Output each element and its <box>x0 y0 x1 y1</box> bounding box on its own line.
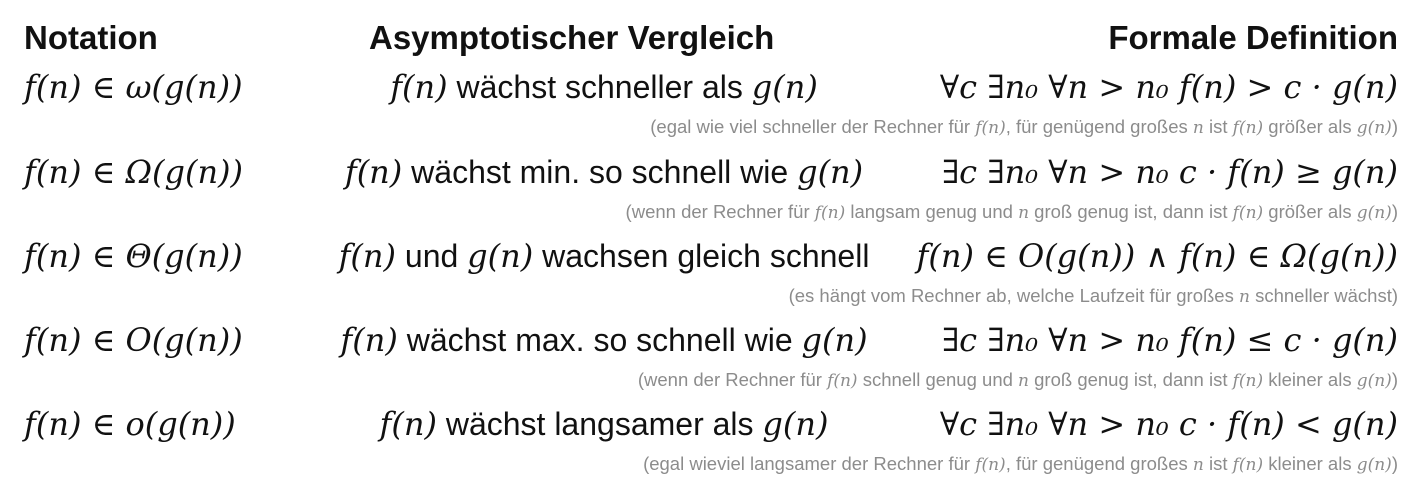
table-row: f(n) ∈ ω(g(n)) f(n) wächst schneller als… <box>24 65 1398 109</box>
definition-cell: ∃c ∃n₀ ∀n > n₀ c · f(n) ≥ g(n) <box>941 153 1398 191</box>
note-row: (egal wieviel langsamer der Rechner für … <box>24 451 1398 477</box>
row-note: (es hängt vom Rechner ab, welche Laufzei… <box>788 285 1398 307</box>
header-notation: Notation <box>24 19 158 56</box>
row-note: (wenn der Rechner für f(n) langsam genug… <box>625 201 1398 223</box>
notation-cell: f(n) ∈ o(g(n)) <box>24 405 236 443</box>
comparison-cell: f(n) und g(n) wachsen gleich schnell <box>338 237 870 275</box>
table-row: f(n) ∈ O(g(n)) f(n) wächst max. so schne… <box>24 318 1398 362</box>
row-note: (egal wieviel langsamer der Rechner für … <box>643 453 1398 475</box>
note-row: (es hängt vom Rechner ab, welche Laufzei… <box>24 283 1398 309</box>
notation-cell: f(n) ∈ O(g(n)) <box>24 321 243 359</box>
notation-cell: f(n) ∈ Θ(g(n)) <box>24 237 243 275</box>
note-row: (egal wie viel schneller der Rechner für… <box>24 114 1398 140</box>
comparison-cell: f(n) wächst schneller als g(n) <box>390 68 818 106</box>
definition-cell: f(n) ∈ O(g(n)) ∧ f(n) ∈ Ω(g(n)) <box>916 237 1399 275</box>
comparison-cell: f(n) wächst langsamer als g(n) <box>379 405 829 443</box>
asymptotic-notation-table: Notation Asymptotischer Vergleich Formal… <box>24 14 1398 477</box>
header-definition: Formale Definition <box>1108 19 1398 56</box>
table-row: f(n) ∈ Ω(g(n)) f(n) wächst min. so schne… <box>24 150 1398 194</box>
notation-cell: f(n) ∈ Ω(g(n)) <box>24 153 244 191</box>
row-note: (egal wie viel schneller der Rechner für… <box>650 116 1398 138</box>
table-row: f(n) ∈ Θ(g(n)) f(n) und g(n) wachsen gle… <box>24 234 1398 278</box>
definition-cell: ∀c ∃n₀ ∀n > n₀ c · f(n) < g(n) <box>939 405 1398 443</box>
note-row: (wenn der Rechner für f(n) langsam genug… <box>24 199 1398 225</box>
table-row: f(n) ∈ o(g(n)) f(n) wächst langsamer als… <box>24 402 1398 446</box>
definition-cell: ∀c ∃n₀ ∀n > n₀ f(n) > c · g(n) <box>939 68 1398 106</box>
comparison-cell: f(n) wächst min. so schnell wie g(n) <box>344 153 864 191</box>
row-note: (wenn der Rechner für f(n) schnell genug… <box>637 369 1398 391</box>
definition-cell: ∃c ∃n₀ ∀n > n₀ f(n) ≤ c · g(n) <box>941 321 1398 359</box>
header-comparison: Asymptotischer Vergleich <box>369 19 775 56</box>
note-row: (wenn der Rechner für f(n) schnell genug… <box>24 367 1398 393</box>
comparison-cell: f(n) wächst max. so schnell wie g(n) <box>340 321 868 359</box>
notation-cell: f(n) ∈ ω(g(n)) <box>24 68 243 106</box>
